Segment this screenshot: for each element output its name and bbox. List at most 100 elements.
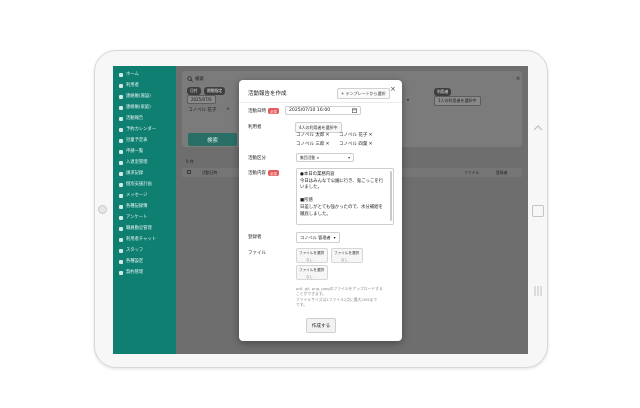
sidebar-item-activity-report[interactable]: 活動報告 [119,115,143,123]
scrollbar[interactable] [390,171,392,221]
user-tag-name: コノベル 四葉 [339,142,368,147]
content-line: ●本日の業務内容 [300,172,335,177]
sidebar-item-label: 予約カレンダー [126,127,157,132]
submit-button[interactable]: 作成する [306,318,336,333]
camera-dot [98,205,107,214]
result-count: 0 件 [186,159,194,164]
search-icon [187,76,193,82]
select-all-checkbox[interactable] [187,170,191,174]
registrant-select[interactable]: コノベル 管理者 ▾ [296,232,340,243]
calendar-icon [352,108,357,113]
period-toggle[interactable]: 期間指定 [204,87,226,95]
file-status: なし [341,258,348,262]
sidebar-item-label: スタッフ [126,248,144,253]
sidebar-item-entry-exit[interactable]: 入退室管理 [119,159,147,167]
plan-icon [119,183,123,187]
sidebar-item-home[interactable]: ホーム [119,71,139,79]
content-textarea[interactable]: ●本日の業務内容 今日はみんなで公園に行き、鬼ごっこを行 いました。 ■所感 日… [296,168,394,225]
sidebar-item-calendar[interactable]: 予約カレンダー [119,126,156,134]
content-line: 日差しがとても強かったので、水分補給を [300,204,383,210]
date-chip[interactable]: 日付 [187,87,201,95]
sidebar-item-notebook-home[interactable]: 連絡帳(家庭) [119,104,151,112]
registrant-label-text: 登録者 [248,235,262,240]
users-label-text: 利用者 [248,125,262,130]
sidebar-item-billing[interactable]: 請求記録 [119,170,143,178]
user-tag: コノベル 太郎 ✕ [296,132,329,139]
sidebar-item-label: 活動報告 [126,116,144,121]
file-select-button[interactable]: ファイルを選択 なし [296,248,328,263]
file-label-text: ファイル [248,251,266,256]
divider [239,102,402,103]
file-label: ファイル [248,250,266,256]
file-select-button[interactable]: ファイルを選択 なし [296,265,328,280]
sidebar-item-label: 各種記録簿 [126,204,148,209]
sidebar-item-messages[interactable]: メッセージ [119,192,147,200]
chevron-down-icon: ▾ [407,97,410,102]
datetime-input[interactable]: 2025/07/10 16:00 [285,106,361,115]
sidebar-item-label: 職員勤怠管理 [126,226,152,231]
user-tag: コノベル 三郎 ✕ [296,141,329,148]
user-tag: コノベル 花子 ✕ [339,132,372,139]
search-button-label: 検索 [206,137,218,144]
contract-icon [119,271,123,275]
sidebar-item-label: 児童予定表 [126,138,148,143]
close-icon[interactable]: × [390,85,396,93]
sidebar-item-support-plan[interactable]: 個別支援計画 [119,181,152,189]
sidebar-item-staff[interactable]: スタッフ [119,247,143,255]
date-field[interactable]: 2025/07/0 [187,95,216,104]
template-select-button[interactable]: + テンプレートから選択 [337,88,390,99]
sidebar-item-label: 入退室管理 [126,160,148,165]
sidebar-item-contract[interactable]: 契約管理 [119,269,143,277]
message-icon [119,194,123,198]
datetime-value: 2025/07/10 16:00 [289,108,331,113]
schedule-icon [119,139,123,143]
attendance-icon [119,227,123,231]
user-remove-icon[interactable]: × [226,107,230,112]
report-icon [119,117,123,121]
sidebar-item-chat[interactable]: 利用者チャット [119,236,156,244]
category-label-text: 活動区分 [248,156,266,161]
registrant-label: 登録者 [248,234,262,240]
close-icon[interactable]: × [516,76,520,82]
close-icon[interactable]: ✕ [325,133,329,138]
file-status: なし [306,258,313,262]
calendar-icon [119,128,123,132]
file-note: ことができます。 [296,291,326,296]
menu-bars-icon [534,286,542,296]
sidebar-item-label: 請求記録 [126,171,144,176]
close-icon[interactable]: ✕ [325,142,329,147]
notebook-home-icon [119,106,123,110]
records-icon [119,205,123,209]
list-icon [119,150,123,154]
sidebar-item-attendance[interactable]: 職員勤怠管理 [119,225,152,233]
content-line [300,192,387,199]
file-select-button[interactable]: ファイルを選択 なし [331,248,363,263]
sidebar-item-settings[interactable]: 各種設定 [119,258,143,266]
sidebar-item-notebook-facility[interactable]: 連絡帳(施設) [119,93,151,101]
content-label-text: 活動内容 [248,171,266,176]
category-select[interactable]: 集団活動 × ▾ [296,153,354,162]
sidebar-item-survey[interactable]: アンケート [119,214,147,222]
submit-button-label: 作成する [311,323,331,329]
user-select-field[interactable]: 1人の利用者を選択中 [434,96,481,106]
content-line: 徹底しました。 [300,211,331,217]
survey-icon [119,216,123,220]
datetime-label: 活動日時 必須 [248,108,279,114]
notebook-icon [119,95,123,99]
file-note: ファイルサイズは1ファイル2点に最大20Mまで [296,297,378,302]
search-button[interactable]: 検索 [188,133,237,146]
sidebar-item-records[interactable]: 各種記録簿 [119,203,147,211]
home-icon [119,73,123,77]
gear-icon [119,260,123,264]
sidebar-item-applications[interactable]: 申請一覧 [119,148,143,156]
sidebar-item-users[interactable]: 利用者 [119,82,139,90]
close-icon[interactable]: ✕ [368,133,372,138]
file-button-label: ファイルを選択 [299,251,325,255]
user-chip: 利用者 [434,88,452,96]
sidebar-item-schedule[interactable]: 児童予定表 [119,137,147,145]
user-value: コノベル 花子 [188,108,217,113]
staff-icon [119,249,123,253]
close-icon[interactable]: ✕ [368,142,372,147]
content-label: 活動内容 必須 [248,170,279,176]
file-note: です。 [296,302,308,307]
